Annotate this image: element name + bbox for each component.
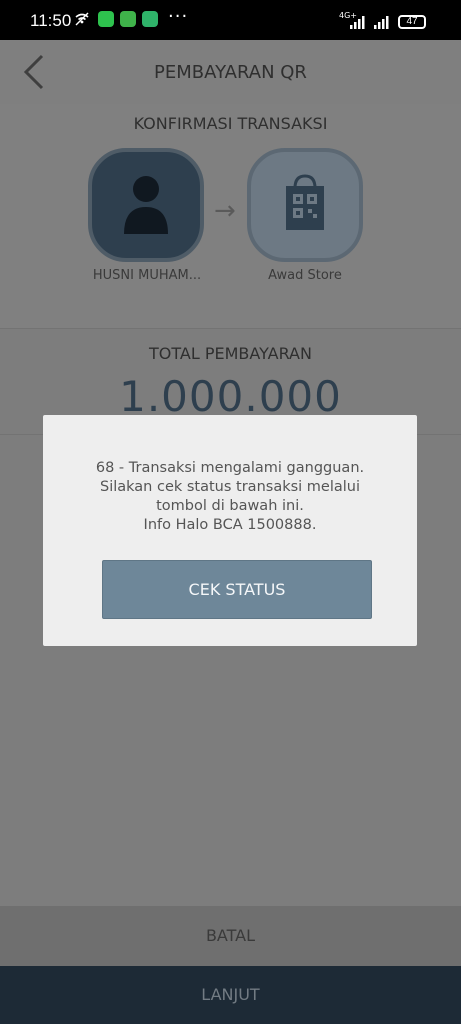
total-label: TOTAL PEMBAYARAN [149,344,312,363]
message-line: 68 - Transaksi mengalami gangguan. [95,460,365,476]
status-time: 11:50 [30,11,72,30]
message-line: Info Halo BCA 1500888. [143,517,317,533]
status-bar: 11:50 ··· 4G+ 47 [0,0,461,40]
sender-name: HUSNI MUHAM... [92,268,202,283]
qr-bag-icon [286,174,324,230]
divider [0,328,461,329]
chat-app-icon [120,11,136,27]
total-amount: 1.000.000 [119,372,342,421]
message-line: tombol di bawah ini. [156,498,304,514]
whatsapp-icon [98,11,114,27]
receiver-avatar [247,148,363,262]
app-bar: PEMBAYARAN QR [0,40,461,105]
error-dialog: 68 - Transaksi mengalami gangguan. Silak… [43,415,417,646]
section-title: KONFIRMASI TRANSAKSI [133,114,328,133]
app-icon [142,11,158,27]
arrow-right-icon: → [214,196,236,226]
next-button[interactable]: LANJUT [0,966,461,1024]
more-notifications-icon: ··· [168,6,189,27]
transaction-confirmation: KONFIRMASI TRANSAKSI → HUSNI MUHAM... Aw… [0,104,461,328]
receiver-name: Awad Store [268,268,342,283]
sender-avatar [88,148,204,262]
signal-icon [350,14,394,33]
user-icon [124,176,168,234]
check-status-button[interactable]: CEK STATUS [102,560,372,619]
cancel-button[interactable]: BATAL [0,906,461,966]
page-title: PEMBAYARAN QR [154,62,307,83]
wifi-call-icon [74,11,90,27]
message-line: Silakan cek status transaksi melalui [100,479,360,495]
dialog-message: 68 - Transaksi mengalami gangguan. Silak… [63,459,397,535]
battery-icon: 47 [398,15,426,29]
